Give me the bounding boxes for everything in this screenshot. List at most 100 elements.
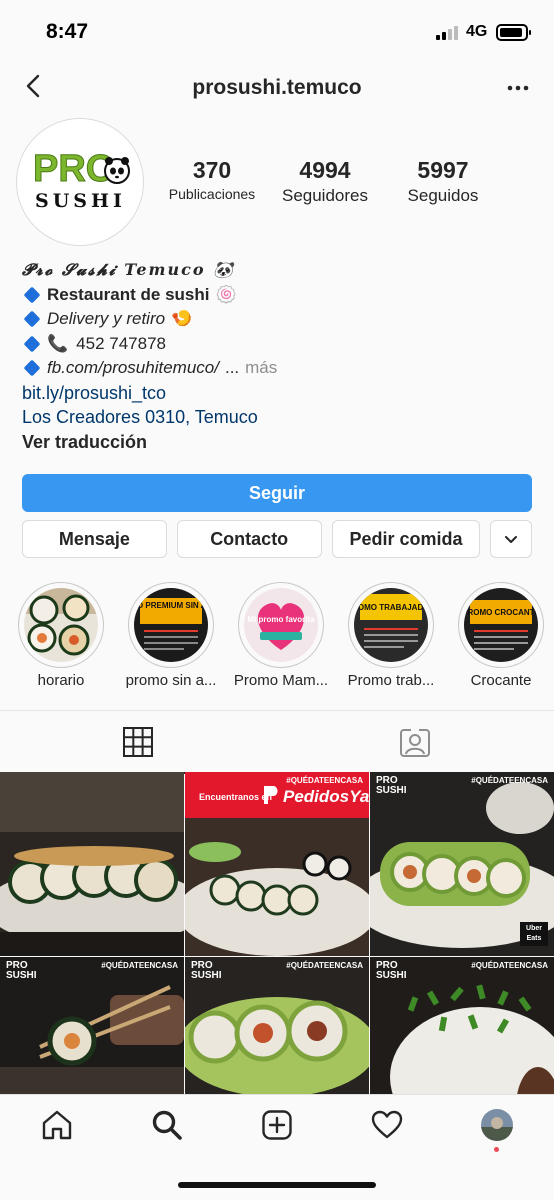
bio-delivery: Delivery y retiro <box>47 309 166 328</box>
hashtag-label: #QUÉDATEENCASA <box>471 776 548 785</box>
profile-tab-avatar[interactable] <box>481 1109 513 1141</box>
phone-emoji-icon: 📞 <box>47 333 69 353</box>
bio-more-link[interactable]: más <box>245 356 277 381</box>
home-indicator <box>178 1182 376 1188</box>
network-type: 4G <box>466 23 488 40</box>
post-thumbnail[interactable]: Encuentranos en PedidosYa #QUÉDATEENCASA <box>185 772 369 956</box>
highlight-label: Promo trab... <box>347 672 435 689</box>
bio-category: Restaurant de sushi <box>47 284 210 304</box>
suggested-accounts-button[interactable] <box>490 520 532 558</box>
profile-stats: 370 Publicaciones 4994 Seguidores 5997 S… <box>158 156 546 206</box>
highlight-label: Promo Mam... <box>233 672 329 689</box>
post-thumbnail[interactable]: PRO SUSHI #QUÉDATEENCASA <box>370 957 554 1094</box>
highlight-label: Crocante <box>470 672 532 689</box>
bio-website-link[interactable]: bit.ly/prosushi_tco <box>22 381 166 406</box>
hashtag-label: #QUÉDATEENCASA <box>286 776 363 785</box>
search-icon[interactable] <box>151 1109 183 1141</box>
bio-name: 𝓟𝓻𝓸 𝓢𝓾𝓼𝓱𝓲 Temuco 🐼 <box>22 260 236 279</box>
logo-text-pro: PRO <box>33 148 115 190</box>
notification-dot <box>494 1147 499 1152</box>
bio-link-line: bit.ly/prosushi_tco <box>22 381 532 406</box>
bio-line-2: Delivery y retiro 🍤 <box>22 307 532 332</box>
username-title: prosushi.temuco <box>192 76 362 99</box>
stat-followers-label: Seguidores <box>281 186 368 205</box>
shrimp-emoji-icon: 🍤 <box>171 309 193 328</box>
highlight-cover-title: PROMO PREMIUM SIN ARROZ <box>134 601 208 610</box>
highlight-cover: PROMO CROCANTE <box>464 588 538 662</box>
highlight-cover: PROMO PREMIUM SIN ARROZ <box>134 588 208 662</box>
tab-grid[interactable] <box>0 711 277 774</box>
ellipsis-icon[interactable] <box>506 76 530 100</box>
message-button[interactable]: Mensaje <box>22 520 167 558</box>
profile-avatar[interactable]: PRO SUSHI <box>16 118 144 246</box>
status-time: 8:47 <box>46 20 89 43</box>
see-translation-link[interactable]: Ver traducción <box>22 430 147 455</box>
heart-icon[interactable] <box>371 1109 403 1141</box>
post-thumbnail[interactable]: PRO SUSHI #QUÉDATEENCASA <box>185 957 369 1094</box>
bio-translate-line: Ver traducción <box>22 430 532 455</box>
pro-sushi-logo: PRO SUSHI <box>23 125 137 239</box>
logo-text-sushi: SUSHI <box>35 190 126 212</box>
bio-name-line: 𝓟𝓻𝓸 𝓢𝓾𝓼𝓱𝓲 Temuco 🐼 <box>22 258 532 283</box>
fish-cake-emoji-icon: 🍥 <box>215 284 237 304</box>
stat-posts-label: Publicaciones <box>168 186 256 202</box>
blue-diamond-icon <box>23 286 41 304</box>
profile-tabs <box>0 710 554 774</box>
home-icon[interactable] <box>41 1109 73 1141</box>
hashtag-label: #QUÉDATEENCASA <box>286 961 363 970</box>
tagged-person-icon <box>400 728 430 757</box>
pedidosya-logo-icon <box>264 786 278 804</box>
signal-icon <box>436 26 458 40</box>
blue-diamond-icon <box>23 335 41 353</box>
new-post-icon[interactable] <box>261 1109 293 1141</box>
pro-sushi-watermark: PRO SUSHI <box>6 960 37 981</box>
bio-address-line: Los Creadores 0310, Temuco <box>22 405 532 430</box>
highlight-cover-title: PROMO CROCANTE <box>464 608 538 617</box>
bio-line-4: fb.com/prosuhitemuco/ ... más <box>22 356 532 381</box>
status-bar: 8:47 4G <box>0 0 554 64</box>
stat-posts[interactable]: 370 Publicaciones <box>158 156 266 206</box>
tab-tagged[interactable] <box>277 711 554 773</box>
posts-grid: Encuentranos en PedidosYa #QUÉDATEENCASA… <box>0 772 554 1094</box>
stat-posts-value: 370 <box>192 157 232 183</box>
profile-bio: 𝓟𝓻𝓸 𝓢𝓾𝓼𝓱𝓲 Temuco 🐼 Restaurant de sushi 🍥… <box>22 258 532 454</box>
highlight-cover: Mi promo favorita <box>244 588 318 662</box>
order-food-button[interactable]: Pedir comida <box>331 520 481 558</box>
highlight-cover-title: PROMO TRABAJADOR <box>354 603 428 612</box>
highlight-label: horario <box>37 672 85 689</box>
contact-button[interactable]: Contacto <box>176 520 322 558</box>
stat-followers[interactable]: 4994 Seguidores <box>266 156 384 206</box>
story-highlights: horario PROMO PREMIUM SIN ARROZ promo si… <box>0 580 554 690</box>
stat-following-label: Seguidos <box>407 186 479 205</box>
uber-eats-badge: Uber Eats <box>520 922 548 946</box>
post-thumbnail[interactable]: PRO SUSHI #QUÉDATEENCASA <box>0 957 184 1094</box>
highlight-cover <box>24 588 98 662</box>
stat-followers-value: 4994 <box>299 157 351 183</box>
bio-address-link[interactable]: Los Creadores 0310, Temuco <box>22 405 258 430</box>
highlight-label: promo sin a... <box>125 672 217 689</box>
grid-icon <box>123 727 153 757</box>
action-buttons-row: Mensaje Contacto Pedir comida <box>22 520 532 558</box>
bio-phone[interactable]: 452 747878 <box>76 332 166 357</box>
bio-line-3: 📞 452 747878 <box>22 332 532 357</box>
post-thumbnail[interactable]: PRO SUSHI #QUÉDATEENCASA Uber Eats <box>370 772 554 956</box>
follow-button[interactable]: Seguir <box>22 474 532 512</box>
hashtag-label: #QUÉDATEENCASA <box>471 961 548 970</box>
highlight-cover-title: Mi promo favorita <box>247 615 315 624</box>
highlight-cover: PROMO TRABAJADOR <box>354 588 428 662</box>
stat-following-value: 5997 <box>417 157 469 183</box>
bio-line-1: Restaurant de sushi 🍥 <box>22 283 532 308</box>
stat-following[interactable]: 5997 Seguidos <box>384 156 502 206</box>
blue-diamond-icon <box>23 310 41 328</box>
pedidosya-brand: PedidosYa <box>283 787 369 806</box>
pro-sushi-watermark: PRO SUSHI <box>376 775 407 796</box>
hashtag-label: #QUÉDATEENCASA <box>101 961 178 970</box>
blue-diamond-icon <box>23 359 41 377</box>
pro-sushi-watermark: PRO SUSHI <box>191 960 222 981</box>
bio-facebook: fb.com/prosuhitemuco/ <box>47 358 219 377</box>
profile-header: prosushi.temuco <box>0 64 554 112</box>
bio-ellipsis: ... <box>224 358 240 377</box>
battery-icon <box>496 24 531 41</box>
chevron-down-icon <box>505 536 518 543</box>
post-thumbnail[interactable] <box>0 772 184 956</box>
